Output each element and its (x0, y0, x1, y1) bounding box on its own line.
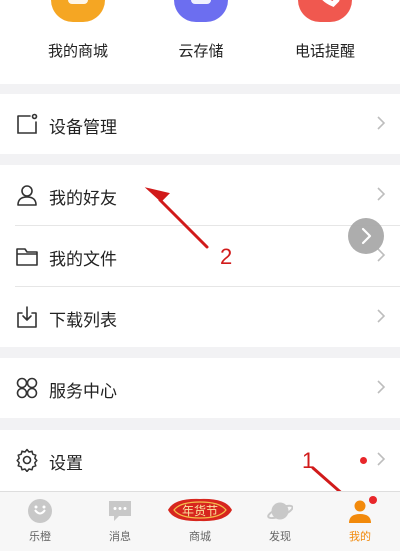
bottom-nav: 乐橙 消息 年货节 商城 发现 我的 (0, 491, 400, 551)
annotation-arrow-2 (158, 198, 209, 249)
nav-tab-messages[interactable]: 消息 (80, 492, 160, 551)
lechange-icon (28, 499, 52, 523)
nav-tab-label: 发现 (269, 530, 291, 543)
annotation-arrows (144, 187, 360, 508)
nav-tab-label: 我的 (349, 530, 371, 543)
planet-icon (267, 502, 293, 520)
annotation-label-2: 2 (220, 244, 233, 269)
notification-dot (369, 496, 377, 504)
nav-tab-profile[interactable]: 我的 (320, 492, 400, 551)
annotation-arrowhead-2 (144, 187, 170, 203)
nav-tab-mall[interactable]: 年货节 商城 (160, 492, 240, 551)
nav-tab-label: 消息 (109, 530, 131, 543)
nav-tab-lechange[interactable]: 乐橙 (0, 492, 80, 551)
nav-tab-discover[interactable]: 发现 (240, 492, 320, 551)
nav-tab-label: 商城 (189, 530, 211, 543)
mall-badge-icon: 年货节 (166, 498, 234, 522)
message-icon (109, 501, 131, 521)
annotation-label-1: 1 (302, 448, 315, 473)
mall-badge-text: 年货节 (181, 504, 218, 518)
nav-tab-label: 乐橙 (29, 530, 51, 543)
